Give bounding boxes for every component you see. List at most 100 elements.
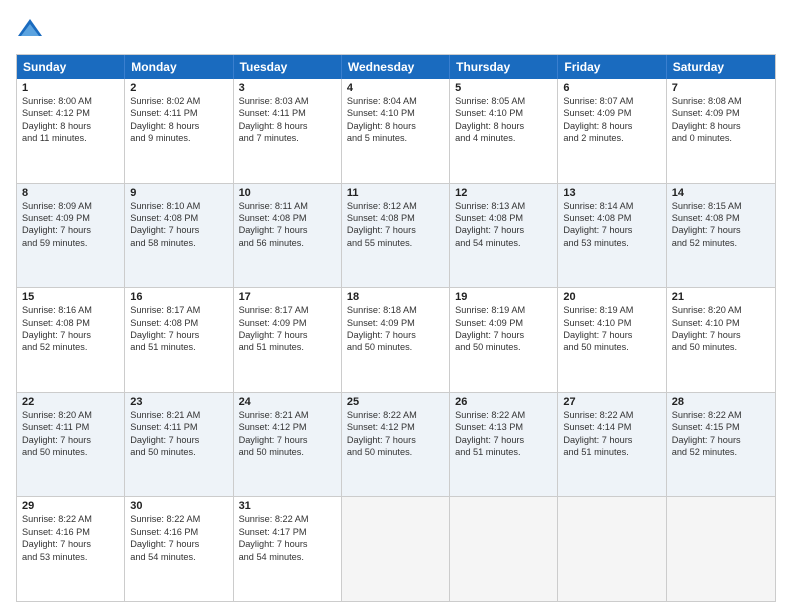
cell-text: Sunrise: 8:22 AMSunset: 4:17 PMDaylight:… xyxy=(239,513,336,563)
day-number: 21 xyxy=(672,291,770,303)
day-number: 9 xyxy=(130,187,227,199)
day-number: 17 xyxy=(239,291,336,303)
day-cell-2: 2Sunrise: 8:02 AMSunset: 4:11 PMDaylight… xyxy=(125,79,233,183)
day-number: 16 xyxy=(130,291,227,303)
day-number: 19 xyxy=(455,291,552,303)
cell-text: Sunrise: 8:21 AMSunset: 4:11 PMDaylight:… xyxy=(130,409,227,459)
day-cell-5: 5Sunrise: 8:05 AMSunset: 4:10 PMDaylight… xyxy=(450,79,558,183)
day-cell-6: 6Sunrise: 8:07 AMSunset: 4:09 PMDaylight… xyxy=(558,79,666,183)
day-cell-29: 29Sunrise: 8:22 AMSunset: 4:16 PMDayligh… xyxy=(17,497,125,601)
day-number: 22 xyxy=(22,396,119,408)
calendar-row-4: 29Sunrise: 8:22 AMSunset: 4:16 PMDayligh… xyxy=(17,496,775,601)
cell-text: Sunrise: 8:22 AMSunset: 4:16 PMDaylight:… xyxy=(130,513,227,563)
cell-text: Sunrise: 8:05 AMSunset: 4:10 PMDaylight:… xyxy=(455,95,552,145)
day-number: 31 xyxy=(239,500,336,512)
empty-cell xyxy=(450,497,558,601)
cell-text: Sunrise: 8:17 AMSunset: 4:08 PMDaylight:… xyxy=(130,304,227,354)
day-cell-1: 1Sunrise: 8:00 AMSunset: 4:12 PMDaylight… xyxy=(17,79,125,183)
cell-text: Sunrise: 8:22 AMSunset: 4:12 PMDaylight:… xyxy=(347,409,444,459)
day-header-monday: Monday xyxy=(125,55,233,79)
day-cell-27: 27Sunrise: 8:22 AMSunset: 4:14 PMDayligh… xyxy=(558,393,666,497)
day-number: 5 xyxy=(455,82,552,94)
cell-text: Sunrise: 8:00 AMSunset: 4:12 PMDaylight:… xyxy=(22,95,119,145)
day-number: 23 xyxy=(130,396,227,408)
day-number: 4 xyxy=(347,82,444,94)
day-cell-12: 12Sunrise: 8:13 AMSunset: 4:08 PMDayligh… xyxy=(450,184,558,288)
day-cell-24: 24Sunrise: 8:21 AMSunset: 4:12 PMDayligh… xyxy=(234,393,342,497)
cell-text: Sunrise: 8:11 AMSunset: 4:08 PMDaylight:… xyxy=(239,200,336,250)
day-header-tuesday: Tuesday xyxy=(234,55,342,79)
calendar-row-3: 22Sunrise: 8:20 AMSunset: 4:11 PMDayligh… xyxy=(17,392,775,497)
day-header-thursday: Thursday xyxy=(450,55,558,79)
cell-text: Sunrise: 8:20 AMSunset: 4:11 PMDaylight:… xyxy=(22,409,119,459)
day-number: 29 xyxy=(22,500,119,512)
cell-text: Sunrise: 8:19 AMSunset: 4:09 PMDaylight:… xyxy=(455,304,552,354)
cell-text: Sunrise: 8:22 AMSunset: 4:14 PMDaylight:… xyxy=(563,409,660,459)
day-cell-3: 3Sunrise: 8:03 AMSunset: 4:11 PMDaylight… xyxy=(234,79,342,183)
day-cell-16: 16Sunrise: 8:17 AMSunset: 4:08 PMDayligh… xyxy=(125,288,233,392)
calendar-row-1: 8Sunrise: 8:09 AMSunset: 4:09 PMDaylight… xyxy=(17,183,775,288)
cell-text: Sunrise: 8:22 AMSunset: 4:16 PMDaylight:… xyxy=(22,513,119,563)
day-number: 1 xyxy=(22,82,119,94)
cell-text: Sunrise: 8:04 AMSunset: 4:10 PMDaylight:… xyxy=(347,95,444,145)
logo xyxy=(16,16,48,44)
day-cell-23: 23Sunrise: 8:21 AMSunset: 4:11 PMDayligh… xyxy=(125,393,233,497)
cell-text: Sunrise: 8:10 AMSunset: 4:08 PMDaylight:… xyxy=(130,200,227,250)
day-number: 24 xyxy=(239,396,336,408)
day-cell-22: 22Sunrise: 8:20 AMSunset: 4:11 PMDayligh… xyxy=(17,393,125,497)
calendar-row-2: 15Sunrise: 8:16 AMSunset: 4:08 PMDayligh… xyxy=(17,287,775,392)
day-cell-13: 13Sunrise: 8:14 AMSunset: 4:08 PMDayligh… xyxy=(558,184,666,288)
day-number: 8 xyxy=(22,187,119,199)
day-cell-9: 9Sunrise: 8:10 AMSunset: 4:08 PMDaylight… xyxy=(125,184,233,288)
day-cell-14: 14Sunrise: 8:15 AMSunset: 4:08 PMDayligh… xyxy=(667,184,775,288)
cell-text: Sunrise: 8:13 AMSunset: 4:08 PMDaylight:… xyxy=(455,200,552,250)
cell-text: Sunrise: 8:17 AMSunset: 4:09 PMDaylight:… xyxy=(239,304,336,354)
day-cell-19: 19Sunrise: 8:19 AMSunset: 4:09 PMDayligh… xyxy=(450,288,558,392)
day-cell-10: 10Sunrise: 8:11 AMSunset: 4:08 PMDayligh… xyxy=(234,184,342,288)
cell-text: Sunrise: 8:09 AMSunset: 4:09 PMDaylight:… xyxy=(22,200,119,250)
day-number: 18 xyxy=(347,291,444,303)
day-number: 10 xyxy=(239,187,336,199)
logo-icon xyxy=(16,16,44,44)
cell-text: Sunrise: 8:14 AMSunset: 4:08 PMDaylight:… xyxy=(563,200,660,250)
cell-text: Sunrise: 8:07 AMSunset: 4:09 PMDaylight:… xyxy=(563,95,660,145)
day-cell-31: 31Sunrise: 8:22 AMSunset: 4:17 PMDayligh… xyxy=(234,497,342,601)
day-cell-4: 4Sunrise: 8:04 AMSunset: 4:10 PMDaylight… xyxy=(342,79,450,183)
cell-text: Sunrise: 8:08 AMSunset: 4:09 PMDaylight:… xyxy=(672,95,770,145)
header xyxy=(16,16,776,44)
calendar-row-0: 1Sunrise: 8:00 AMSunset: 4:12 PMDaylight… xyxy=(17,79,775,183)
calendar-header: SundayMondayTuesdayWednesdayThursdayFrid… xyxy=(17,55,775,79)
cell-text: Sunrise: 8:16 AMSunset: 4:08 PMDaylight:… xyxy=(22,304,119,354)
day-number: 11 xyxy=(347,187,444,199)
day-cell-21: 21Sunrise: 8:20 AMSunset: 4:10 PMDayligh… xyxy=(667,288,775,392)
empty-cell xyxy=(342,497,450,601)
empty-cell xyxy=(667,497,775,601)
day-header-wednesday: Wednesday xyxy=(342,55,450,79)
day-header-friday: Friday xyxy=(558,55,666,79)
cell-text: Sunrise: 8:12 AMSunset: 4:08 PMDaylight:… xyxy=(347,200,444,250)
cell-text: Sunrise: 8:02 AMSunset: 4:11 PMDaylight:… xyxy=(130,95,227,145)
day-cell-7: 7Sunrise: 8:08 AMSunset: 4:09 PMDaylight… xyxy=(667,79,775,183)
day-cell-17: 17Sunrise: 8:17 AMSunset: 4:09 PMDayligh… xyxy=(234,288,342,392)
cell-text: Sunrise: 8:19 AMSunset: 4:10 PMDaylight:… xyxy=(563,304,660,354)
cell-text: Sunrise: 8:15 AMSunset: 4:08 PMDaylight:… xyxy=(672,200,770,250)
calendar: SundayMondayTuesdayWednesdayThursdayFrid… xyxy=(16,54,776,602)
day-cell-26: 26Sunrise: 8:22 AMSunset: 4:13 PMDayligh… xyxy=(450,393,558,497)
day-number: 12 xyxy=(455,187,552,199)
day-header-sunday: Sunday xyxy=(17,55,125,79)
cell-text: Sunrise: 8:03 AMSunset: 4:11 PMDaylight:… xyxy=(239,95,336,145)
day-number: 28 xyxy=(672,396,770,408)
day-cell-25: 25Sunrise: 8:22 AMSunset: 4:12 PMDayligh… xyxy=(342,393,450,497)
day-cell-28: 28Sunrise: 8:22 AMSunset: 4:15 PMDayligh… xyxy=(667,393,775,497)
cell-text: Sunrise: 8:21 AMSunset: 4:12 PMDaylight:… xyxy=(239,409,336,459)
day-number: 30 xyxy=(130,500,227,512)
cell-text: Sunrise: 8:20 AMSunset: 4:10 PMDaylight:… xyxy=(672,304,770,354)
day-header-saturday: Saturday xyxy=(667,55,775,79)
day-number: 2 xyxy=(130,82,227,94)
day-cell-8: 8Sunrise: 8:09 AMSunset: 4:09 PMDaylight… xyxy=(17,184,125,288)
day-number: 3 xyxy=(239,82,336,94)
day-number: 14 xyxy=(672,187,770,199)
day-number: 27 xyxy=(563,396,660,408)
day-number: 26 xyxy=(455,396,552,408)
day-number: 15 xyxy=(22,291,119,303)
